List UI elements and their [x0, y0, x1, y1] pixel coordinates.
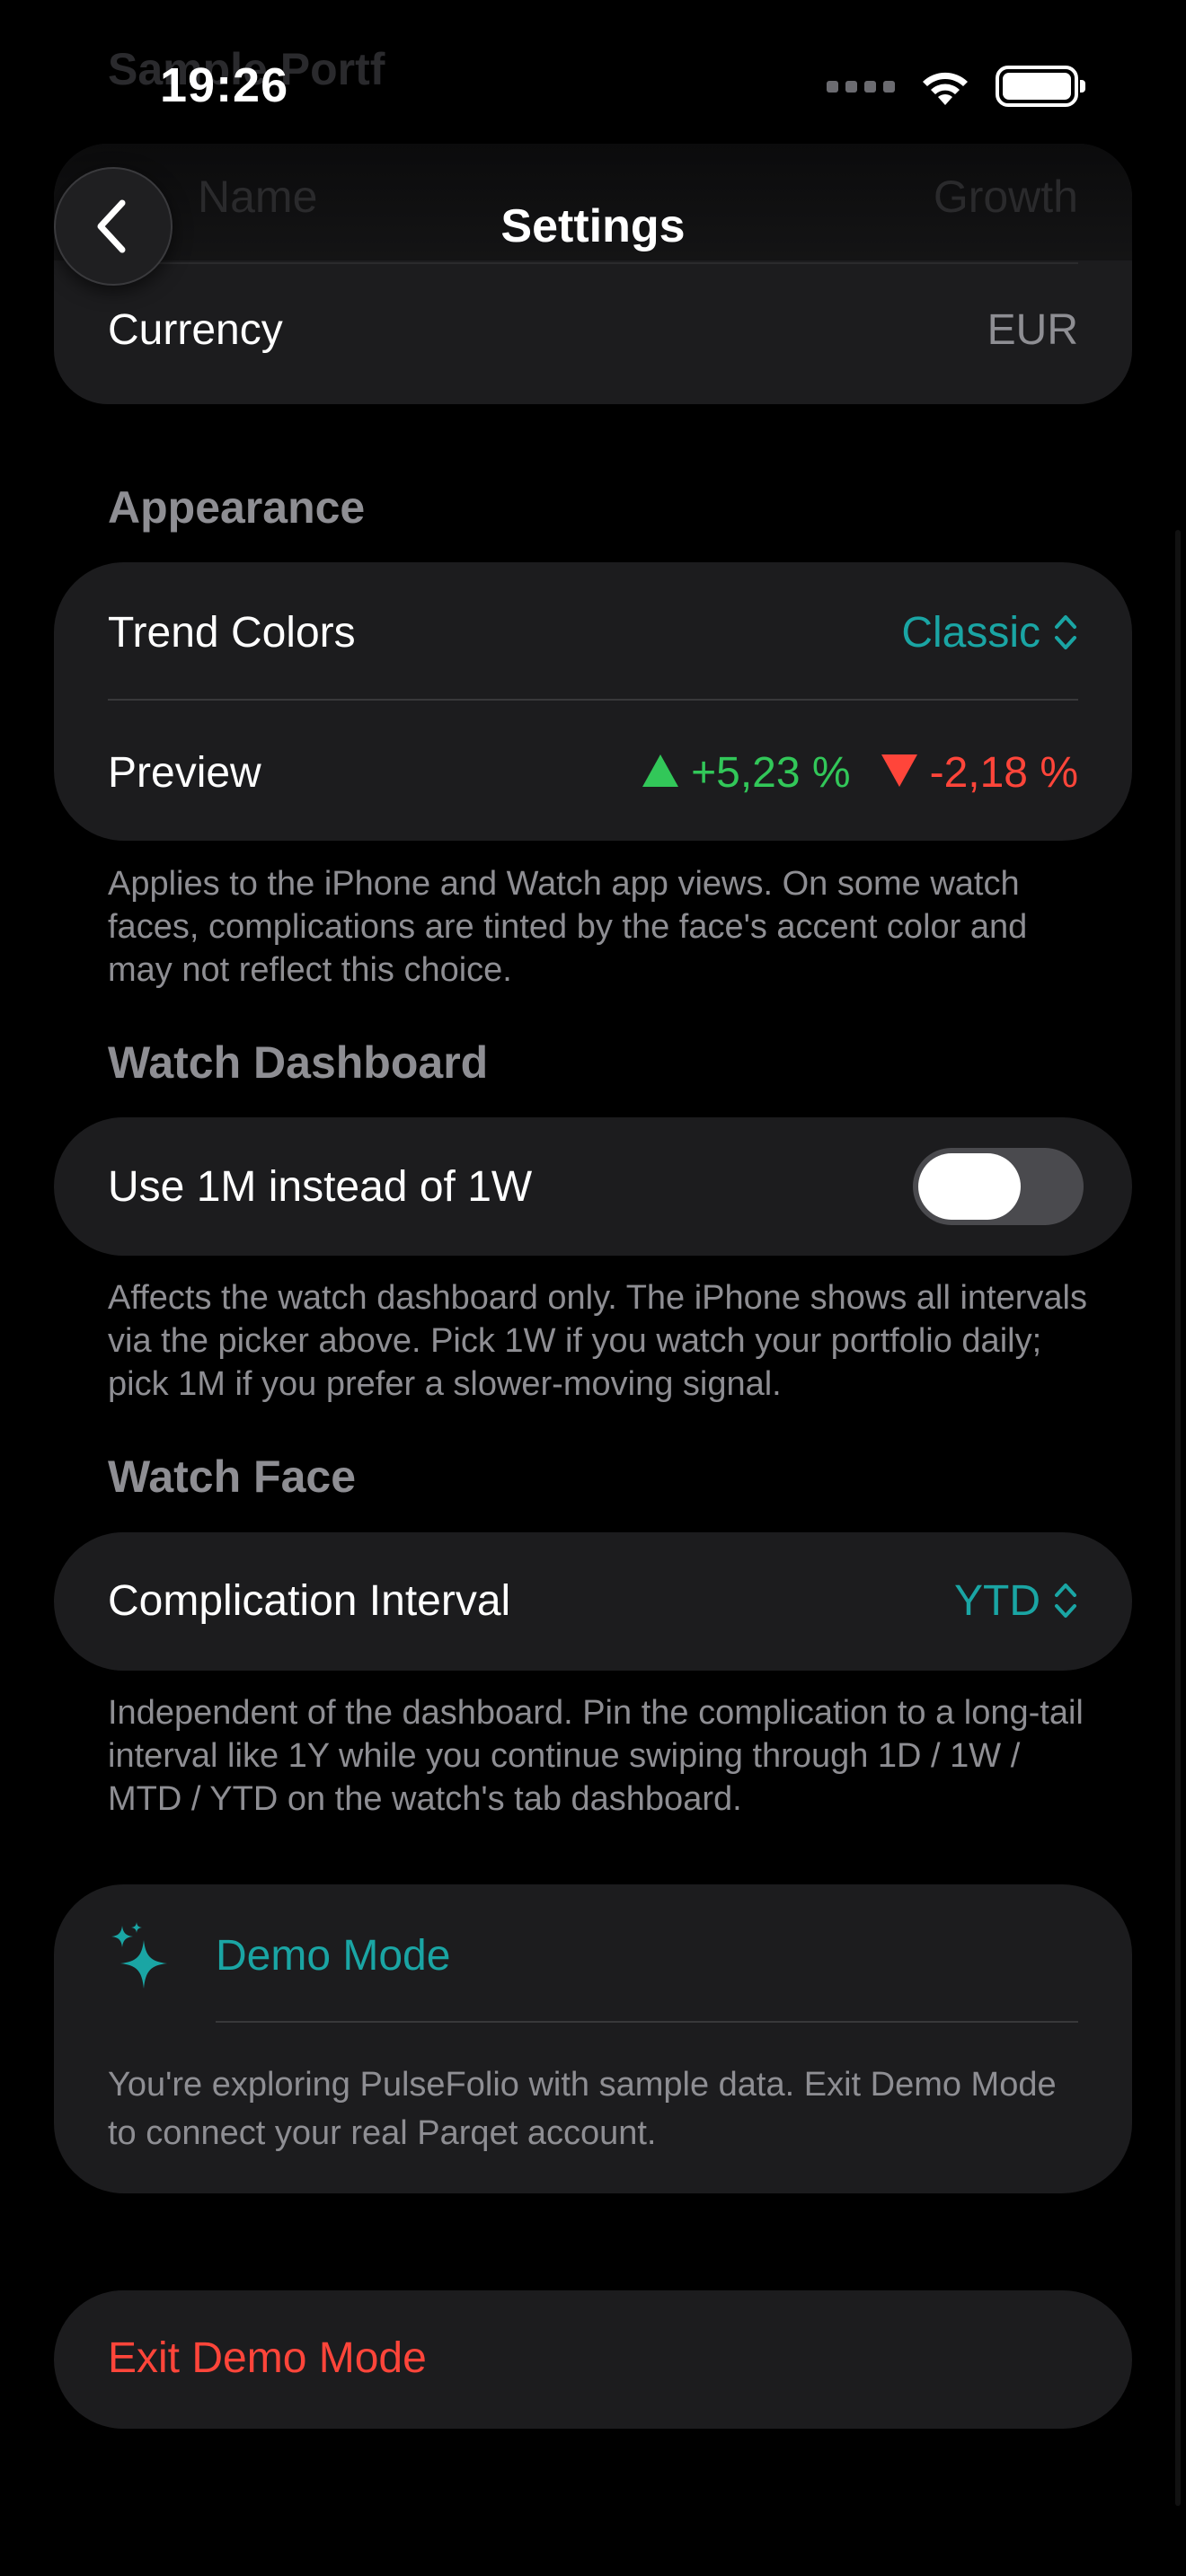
positive-preview: +5,23 % [642, 748, 851, 798]
exit-demo-mode-label: Exit Demo Mode [108, 2334, 427, 2382]
divider [108, 699, 1078, 701]
triangle-down-icon [881, 754, 917, 787]
chevron-up-down-icon [1055, 1584, 1076, 1618]
battery-icon [996, 66, 1085, 107]
complication-interval-row[interactable]: Complication Interval YTD [108, 1565, 1078, 1636]
cellular-signal-icon [827, 80, 895, 93]
general-card: Name Growth [54, 144, 1132, 404]
watch-dashboard-footnote: Affects the watch dashboard only. The iP… [108, 1279, 1087, 1403]
trend-colors-label: Trend Colors [108, 608, 356, 657]
sparkles-icon [111, 1922, 167, 1989]
trend-colors-value: Classic [901, 608, 1040, 657]
scroll-indicator[interactable] [1175, 530, 1181, 2506]
page-title: Settings [500, 200, 686, 252]
complication-interval-value: YTD [954, 1576, 1040, 1625]
appearance-footnote: Applies to the iPhone and Watch app view… [108, 865, 1028, 989]
status-icons [827, 63, 1085, 110]
appearance-card: Trend Colors Classic Preview +5,23 % -2,… [54, 562, 1132, 841]
use-1m-label: Use 1M instead of 1W [108, 1162, 533, 1211]
positive-value: +5,23 % [691, 748, 851, 797]
watch-dashboard-card: Use 1M instead of 1W [54, 1117, 1132, 1256]
negative-preview: -2,18 % [881, 748, 1078, 798]
watch-face-header: Watch Face [108, 1451, 357, 1502]
watch-face-footnote: Independent of the dashboard. Pin the co… [108, 1694, 1084, 1818]
use-1m-toggle[interactable] [913, 1148, 1084, 1225]
trend-colors-picker[interactable]: Classic [901, 608, 1078, 657]
trend-colors-row[interactable]: Trend Colors Classic [108, 596, 1078, 668]
divider [216, 2021, 1078, 2023]
complication-interval-picker[interactable]: YTD [954, 1576, 1078, 1626]
complication-interval-label: Complication Interval [108, 1576, 511, 1625]
preview-label: Preview [108, 748, 261, 797]
divider [108, 262, 1078, 264]
exit-demo-mode-button[interactable]: Exit Demo Mode [54, 2290, 1132, 2429]
watch-face-card: Complication Interval YTD [54, 1532, 1132, 1671]
demo-mode-description: You're exploring PulseFolio with sample … [108, 2066, 1057, 2152]
currency-value: EUR [987, 306, 1078, 354]
negative-value: -2,18 % [929, 748, 1078, 797]
watch-dashboard-header: Watch Dashboard [108, 1037, 489, 1088]
preview-row: Preview +5,23 % -2,18 % [108, 737, 1078, 808]
settings-screen: Sample Portf Name Growth Currency EUR 19… [0, 0, 1186, 2576]
use-1m-row: Use 1M instead of 1W [108, 1148, 1084, 1225]
chevron-up-down-icon [1055, 615, 1076, 649]
wifi-icon [923, 72, 968, 105]
toggle-knob [918, 1153, 1021, 1220]
appearance-header: Appearance [108, 482, 366, 533]
currency-row[interactable]: Currency EUR [108, 305, 1078, 355]
triangle-up-icon [642, 754, 679, 787]
status-time: 19:26 [160, 58, 289, 112]
currency-label: Currency [108, 306, 283, 354]
demo-mode-title: Demo Mode [216, 1932, 451, 1980]
preview-values: +5,23 % -2,18 % [642, 748, 1078, 798]
demo-mode-card: Demo Mode You're exploring PulseFolio wi… [54, 1884, 1132, 2193]
